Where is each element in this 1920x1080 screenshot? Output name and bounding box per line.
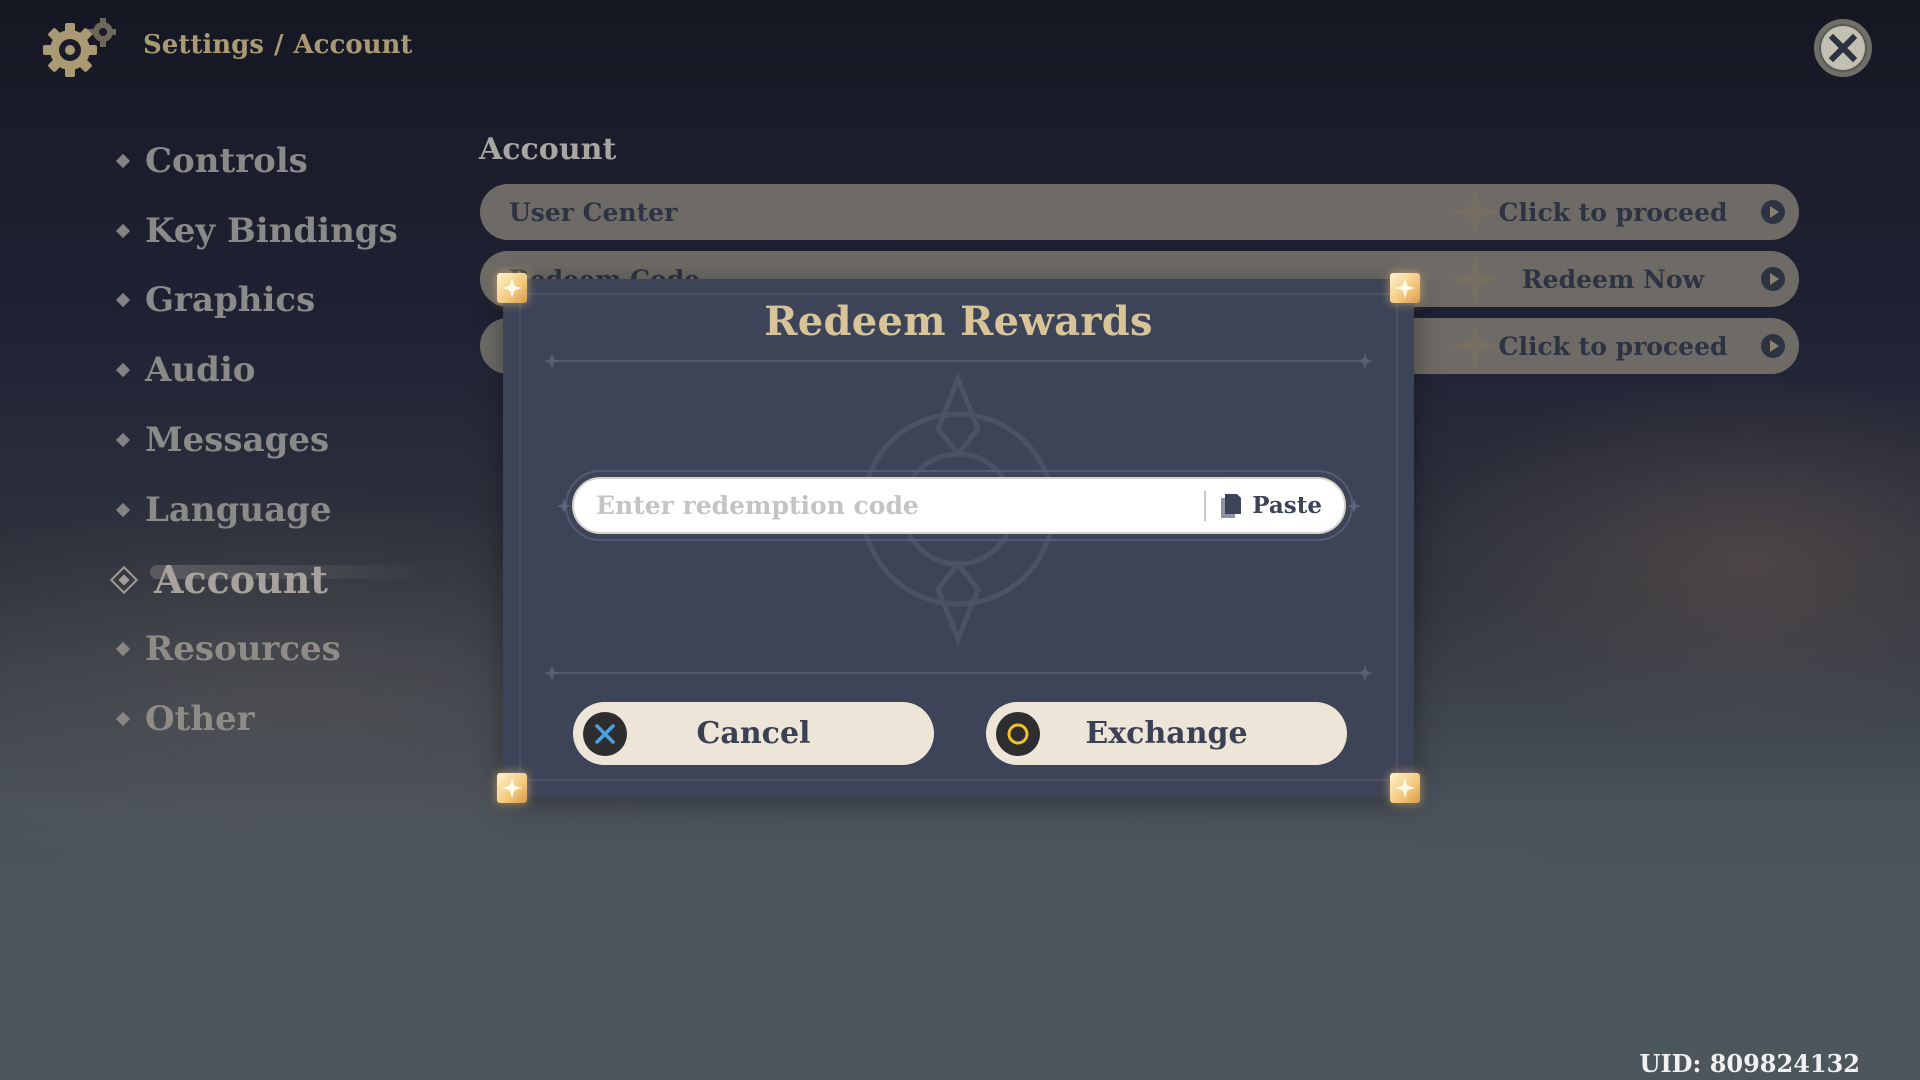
diamond-bullet-icon [115,712,131,727]
divider [544,353,1373,369]
uid-label: UID: 809824132 [1639,1049,1860,1078]
circle-button-icon [996,711,1040,756]
gear-icon [40,17,118,78]
sidebar-item-label: Language [145,489,332,530]
sidebar: Controls Key Bindings Graphics Audio Mes… [109,126,472,754]
row-user-center[interactable]: User Center Click to proceed [480,184,1799,240]
sidebar-item-label: Messages [145,420,330,461]
cancel-button[interactable]: Cancel [573,702,934,765]
row-label: User Center [509,197,678,227]
star-decoration-icon [1451,322,1499,370]
corner-ornament-icon [497,773,527,803]
row-action: Click to proceed [1498,331,1728,361]
paste-label: Paste [1252,492,1322,519]
sidebar-item-other[interactable]: Other [112,684,472,754]
sidebar-item-account[interactable]: Account [109,545,472,615]
clipboard-icon [1221,493,1242,518]
sidebar-item-label: Account [154,557,328,603]
redeem-dialog: Redeem Rewards Paste C [497,273,1420,803]
row-action: Redeem Now [1521,264,1705,294]
redemption-code-field: Paste [557,470,1361,541]
paste-button[interactable]: Paste [1220,492,1322,519]
diamond-bullet-icon [115,293,131,308]
diamond-bullet-icon [115,153,131,168]
sidebar-item-key-bindings[interactable]: Key Bindings [112,196,472,266]
star-decoration-icon [1451,255,1499,303]
sidebar-item-messages[interactable]: Messages [112,405,472,475]
sidebar-item-label: Controls [145,140,308,181]
arrow-right-icon [1761,267,1785,291]
arrow-right-icon [1761,334,1785,358]
sidebar-item-label: Resources [145,629,341,670]
section-title: Account [479,132,617,167]
sidebar-item-graphics[interactable]: Graphics [112,266,472,336]
sidebar-item-controls[interactable]: Controls [112,126,472,196]
diamond-bullet-icon [115,433,131,448]
diamond-bullet-icon [115,642,131,657]
redemption-code-input[interactable] [574,479,1205,532]
sidebar-item-audio[interactable]: Audio [112,335,472,405]
diamond-bullet-icon [115,363,131,378]
diamond-selected-icon [109,565,139,594]
sidebar-item-language[interactable]: Language [112,475,472,545]
breadcrumb-account: Account [293,30,413,60]
corner-ornament-icon [1390,773,1420,803]
breadcrumb-separator: / [273,30,284,60]
diamond-bullet-icon [115,502,131,517]
input-separator [1204,490,1207,521]
sidebar-item-label: Graphics [145,280,316,321]
cross-button-icon [583,711,627,756]
sidebar-item-label: Other [145,699,255,740]
sidebar-item-label: Audio [145,350,256,391]
row-action: Click to proceed [1498,197,1728,227]
dialog-title: Redeem Rewards [764,298,1153,345]
breadcrumb: Settings / Account [143,30,412,60]
arrow-right-icon [1761,200,1785,224]
header-bar: Settings / Account [0,0,1920,96]
sidebar-item-label: Key Bindings [145,210,398,251]
star-decoration-icon [1451,188,1499,236]
breadcrumb-settings: Settings [143,30,264,60]
diamond-bullet-icon [115,223,131,238]
close-button[interactable] [1814,19,1872,77]
sidebar-item-resources[interactable]: Resources [112,615,472,685]
divider [544,665,1373,681]
exchange-label: Exchange [1085,716,1248,751]
exchange-button[interactable]: Exchange [986,702,1347,765]
cancel-label: Cancel [696,716,811,751]
close-icon [1828,33,1858,63]
